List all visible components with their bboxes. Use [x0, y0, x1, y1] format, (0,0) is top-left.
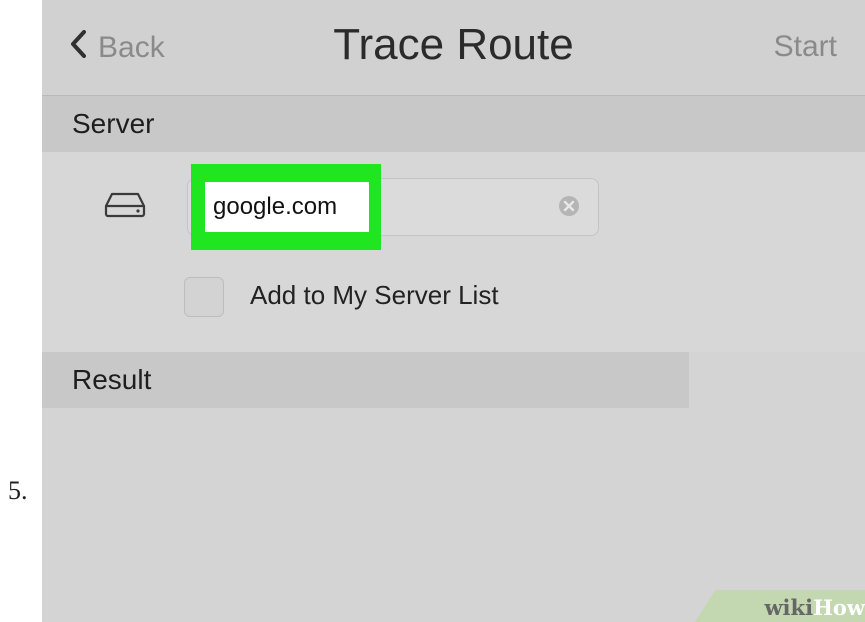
start-button[interactable]: Start	[774, 30, 837, 64]
wikihow-watermark: wikiHow	[764, 595, 865, 620]
hard-drive-icon	[104, 192, 146, 223]
server-input[interactable]	[205, 182, 369, 232]
server-section: Add to My Server List	[42, 152, 865, 352]
add-to-list-checkbox[interactable]	[184, 277, 224, 317]
watermark-how: How	[813, 595, 865, 620]
server-section-header: Server	[42, 96, 865, 152]
add-to-list-label: Add to My Server List	[250, 280, 499, 310]
result-section-header: Result	[42, 352, 689, 408]
navigation-bar: Back Trace Route Start	[42, 0, 865, 96]
page-title: Trace Route	[333, 20, 574, 69]
result-area: wikiHow	[42, 408, 865, 622]
app-screen: Back Trace Route Start Server Add to My …	[42, 0, 865, 622]
clear-x-icon[interactable]	[558, 195, 580, 222]
step-number: 5.	[8, 476, 28, 505]
watermark-wiki: wiki	[764, 595, 814, 620]
